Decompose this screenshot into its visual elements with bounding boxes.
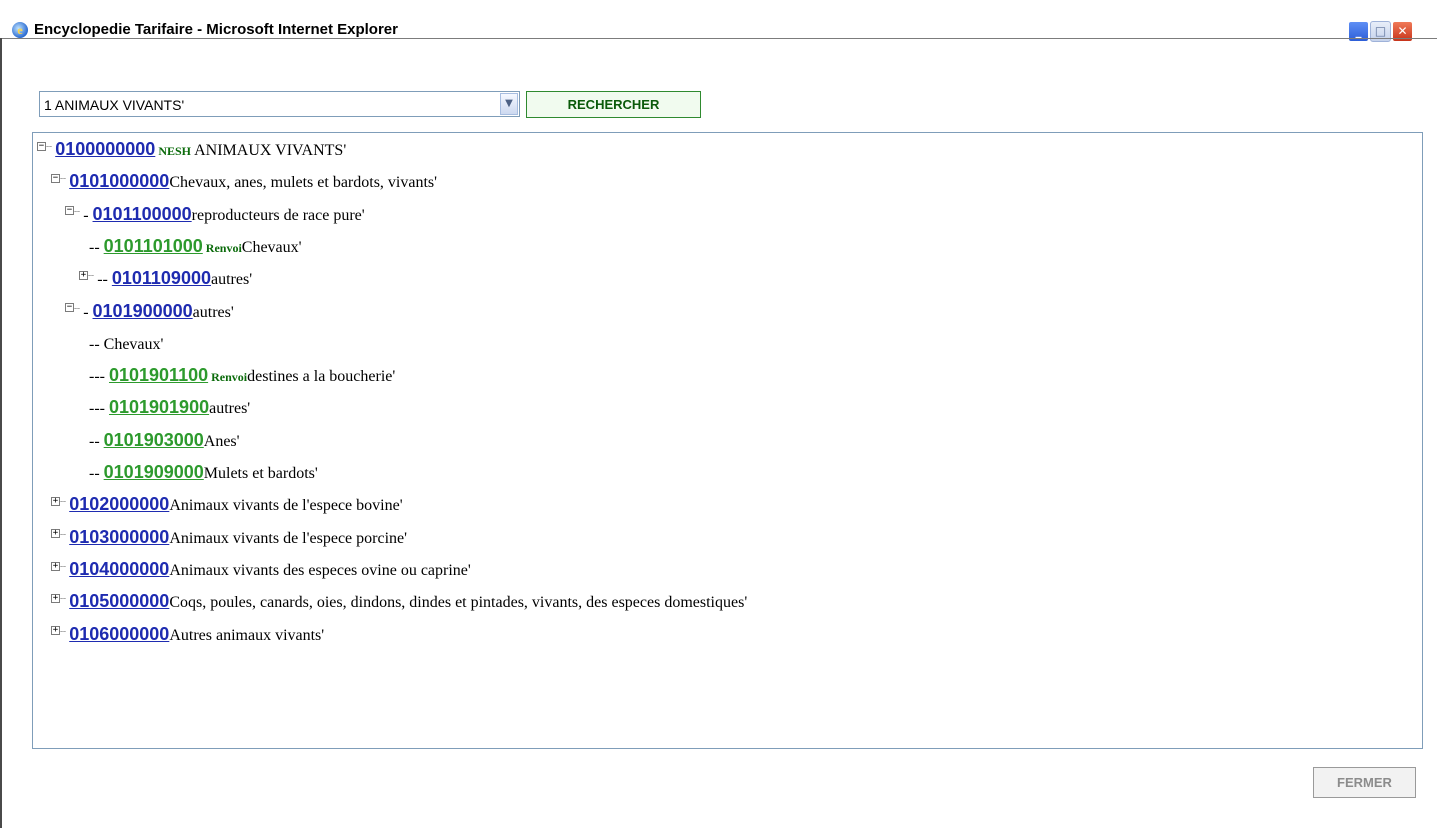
tree-level-prefix: -- [89,432,104,450]
tree-row: --- 0101901900autres' [89,393,250,425]
tree-row: -- 0101909000Mulets et bardots' [89,458,318,490]
tariff-description: Animaux vivants de l'espece porcine' [169,529,407,547]
tariff-code-link[interactable]: 0104000000 [69,559,169,579]
tariff-code-link[interactable]: 0101901900 [109,397,209,417]
tree-connector: ┄ [60,174,70,186]
tariff-code-link[interactable]: 0103000000 [69,527,169,547]
tariff-description: Animaux vivants de l'espece bovine' [169,497,403,515]
tariff-code-link[interactable]: 0101909000 [104,462,204,482]
chapter-select[interactable]: 1 ANIMAUX VIVANTS' ▼ [39,91,520,117]
tariff-code-link[interactable]: 0101900000 [93,301,193,321]
renvoi-link[interactable]: Renvoi [203,241,242,255]
tree-connector: ┄ [46,142,56,153]
tariff-tree: − ┄ 0100000000 NESH ANIMAUX VIVANTS' − ┄ 01… [32,132,1423,749]
tariff-code-link[interactable]: 0102000000 [69,494,169,514]
tariff-description: ANIMAUX VIVANTS' [191,142,347,159]
tree-connector: ┄ [60,594,70,606]
chapter-select-value: 1 ANIMAUX VIVANTS' [44,97,185,113]
tariff-code-link[interactable]: 0101901100 [109,365,208,385]
tree-connector: ┄ [60,497,70,509]
tariff-code-link[interactable]: 0101000000 [69,171,169,191]
tree-connector: ┄ [60,529,70,541]
tariff-description: Chevaux' [241,238,302,256]
tariff-description: Anes' [203,432,240,450]
tariff-code-link[interactable]: 0100000000 [55,139,155,159]
tree-row: − ┄ 0100000000 NESH ANIMAUX VIVANTS' [37,135,346,167]
tariff-description: destines a la boucherie' [247,368,396,386]
collapse-icon[interactable]: − [51,174,60,184]
tree-level-prefix: - [83,206,93,224]
tree-row: -- 0101903000Anes' [89,426,240,458]
tree-level-prefix: -- Chevaux' [89,335,164,353]
tree-row: --- 0101901100 Renvoidestines a la bouch… [89,361,395,393]
tariff-description: autres' [209,400,251,418]
tariff-code-link[interactable]: 0101101000 [104,236,203,256]
tariff-code-link[interactable]: 0106000000 [69,624,169,644]
tree-row: − ┄ 0101000000Chevaux, anes, mulets et ba… [51,167,437,199]
tree-row: − ┄ - 0101100000reproducteurs de race pur… [65,200,365,232]
tree-connector: ┄ [74,303,84,315]
expand-icon[interactable]: + [51,626,60,636]
tree-connector: ┄ [60,626,70,638]
client-top-border [0,38,1437,39]
tree-connector: ┄ [60,561,70,573]
tariff-description: autres' [210,271,253,289]
tariff-code-link[interactable]: 0101100000 [93,204,192,224]
tree-row: − ┄ - 0101900000autres' [65,297,234,329]
tree-row: + ┄ -- 0101109000autres' [79,264,252,296]
tree-connector: ┄ [74,206,84,218]
tree-row: + ┄ 0102000000Animaux vivants de l'espece… [51,490,403,522]
tariff-description: Autres animaux vivants' [169,626,325,644]
tree-connector: ┄ [88,271,98,283]
tree-row: + ┄ 0103000000Animaux vivants de l'espece… [51,523,407,555]
tariff-description: reproducteurs de race pure' [191,206,365,224]
tree-level-prefix: -- [89,465,104,482]
renvoi-link[interactable]: Renvoi [208,370,247,384]
tariff-description: autres' [192,303,234,321]
window-title: Encyclopedie Tarifaire - Microsoft Inter… [34,21,398,38]
collapse-icon[interactable]: − [65,206,74,216]
tree-row: + ┄ 0106000000Autres animaux vivants' [51,620,324,652]
search-button[interactable]: RECHERCHER [526,91,701,118]
expand-icon[interactable]: + [51,594,60,604]
tariff-description: Chevaux, anes, mulets et bardots, vivant… [169,174,438,192]
collapse-icon[interactable]: − [37,141,46,151]
nesh-link[interactable]: NESH [155,144,191,158]
expand-icon[interactable]: + [51,529,60,539]
tree-row: + ┄ 0104000000Animaux vivants des especes… [51,555,471,587]
tree-row: -- 0101101000 RenvoiChevaux' [89,232,302,264]
tariff-description: Animaux vivants des especes ovine ou cap… [169,561,471,579]
chevron-down-icon[interactable]: ▼ [500,93,518,115]
tariff-description: Coqs, poules, canards, oies, dindons, di… [169,594,748,612]
tree-level-prefix: -- [97,271,112,289]
tree-row: + ┄ 0105000000Coqs, poules, canards, oies… [51,587,747,619]
expand-icon[interactable]: + [51,561,60,571]
client-left-border [0,38,2,828]
tariff-description: Mulets et bardots' [203,465,318,482]
expand-icon[interactable]: + [79,271,88,281]
tariff-code-link[interactable]: 0101903000 [104,430,204,450]
tariff-code-link[interactable]: 0101109000 [112,268,211,288]
window-titlebar: e Encyclopedie Tarifaire - Microsoft Int… [0,0,1437,42]
ie-icon: e [12,22,28,38]
close-button[interactable]: FERMER [1313,767,1416,798]
tree-row: -- Chevaux' [89,329,163,361]
expand-icon[interactable]: + [51,497,60,507]
tree-level-prefix: --- [89,368,109,386]
collapse-icon[interactable]: − [65,303,74,313]
tree-level-prefix: -- [89,238,104,256]
tree-level-prefix: --- [89,400,109,418]
tariff-code-link[interactable]: 0105000000 [69,591,169,611]
tree-level-prefix: - [83,303,93,321]
